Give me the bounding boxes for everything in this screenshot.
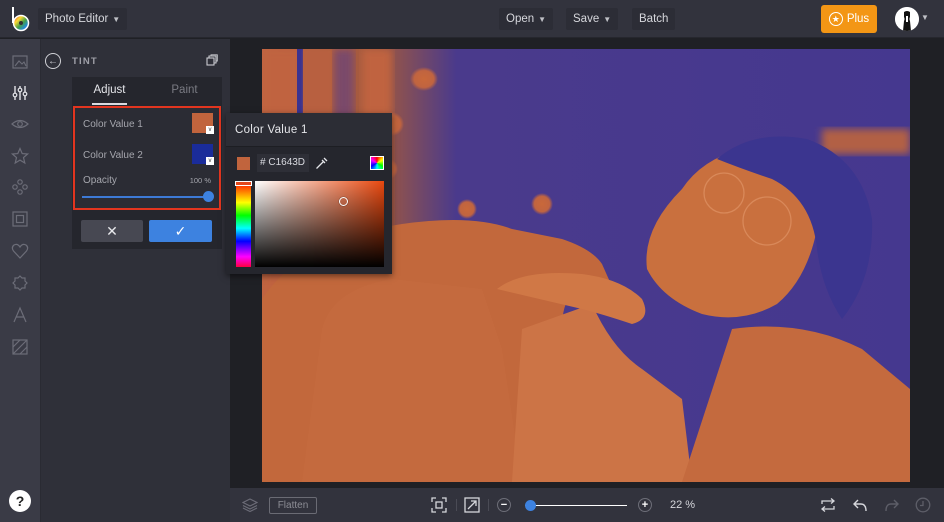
color-picker-popover: Color Value 1 # C1643D (226, 113, 392, 274)
color-value-2-swatch[interactable]: v (192, 144, 214, 165)
hex-prefix: # (260, 157, 266, 168)
befunky-logo-icon[interactable] (9, 6, 33, 32)
history-clock-icon[interactable] (915, 497, 931, 513)
back-arrow-icon[interactable]: ← (45, 53, 61, 69)
divider (456, 499, 457, 511)
graphics-icon[interactable] (11, 178, 29, 196)
tool-category-rail: ? (0, 39, 41, 522)
color-selector-handle[interactable] (339, 197, 348, 206)
color-picker-header: Color Value 1 (226, 113, 392, 147)
tool-title: TINT (72, 56, 98, 67)
color-palette-icon[interactable] (370, 156, 384, 170)
texture-icon[interactable] (11, 338, 29, 356)
divider (488, 499, 489, 511)
tab-adjust[interactable]: Adjust (72, 77, 147, 105)
chevron-down-icon[interactable]: ▼ (921, 13, 929, 22)
help-icon: ? (15, 493, 25, 509)
apply-button[interactable]: ✓ (149, 220, 212, 242)
hue-slider[interactable] (235, 181, 252, 267)
current-color-swatch (237, 157, 250, 170)
color-picker-title: Color Value 1 (235, 124, 308, 136)
redo-icon[interactable] (884, 497, 900, 513)
save-menu-button[interactable]: Save ▼ (566, 8, 619, 30)
layers-copy-icon[interactable] (206, 54, 218, 66)
heart-icon[interactable] (11, 242, 29, 260)
compare-swap-icon[interactable] (820, 497, 836, 513)
badge-icon[interactable] (11, 274, 29, 292)
plus-label: Plus (846, 13, 870, 25)
plus-upgrade-button[interactable]: ★ Plus (821, 5, 877, 33)
color-value-1-label: Color Value 1 (83, 119, 143, 130)
opacity-label: Opacity (83, 175, 117, 186)
hex-color-input[interactable]: # C1643D (257, 154, 309, 172)
close-icon: ✕ (106, 222, 118, 239)
avatar[interactable] (895, 7, 919, 31)
color-value-1-swatch[interactable]: v (192, 113, 214, 134)
mode-label: Photo Editor (45, 13, 109, 25)
chevron-down-icon: ▼ (538, 14, 547, 24)
save-label: Save (573, 13, 600, 25)
chevron-down-icon: v (206, 126, 214, 134)
image-icon[interactable] (11, 53, 29, 71)
open-menu-button[interactable]: Open ▼ (499, 8, 554, 30)
color-value-2-label: Color Value 2 (83, 150, 143, 161)
checkmark-icon: ✓ (174, 222, 187, 239)
user-avatar-icon (895, 7, 919, 31)
zoom-slider-track[interactable] (525, 505, 627, 506)
bottom-toolbar: Flatten − + 22 % (230, 488, 944, 522)
opacity-slider-track[interactable] (82, 196, 208, 198)
undo-icon[interactable] (852, 497, 868, 513)
chevron-down-icon: ▼ (112, 14, 121, 24)
tint-settings-card: Adjust Paint Color Value 1 v Color Value… (72, 77, 222, 249)
flatten-button[interactable]: Flatten (269, 497, 317, 514)
text-icon[interactable] (11, 306, 29, 324)
zoom-level: 22 % (670, 499, 696, 511)
tool-panel: ← TINT Adjust Paint Color Value 1 v Colo… (41, 39, 230, 522)
tint-settings-group: Color Value 1 v Color Value 2 v Opacity … (73, 106, 221, 210)
adjust-sliders-icon[interactable] (11, 84, 29, 102)
star-icon: ★ (828, 12, 843, 26)
cancel-button[interactable]: ✕ (81, 220, 143, 242)
eyedropper-icon[interactable] (315, 156, 329, 170)
opacity-slider-handle[interactable] (202, 191, 214, 202)
saturation-value-field[interactable] (255, 181, 384, 267)
photo-editor-mode-dropdown[interactable]: Photo Editor ▼ (38, 8, 128, 30)
help-button[interactable]: ? (9, 490, 31, 512)
batch-label: Batch (639, 13, 669, 25)
eye-icon[interactable] (11, 115, 29, 133)
actual-size-icon[interactable] (464, 497, 480, 513)
frame-icon[interactable] (11, 210, 29, 228)
hex-value: C1643D (268, 157, 306, 168)
zoom-slider-handle[interactable] (525, 500, 536, 511)
tab-paint[interactable]: Paint (147, 77, 222, 105)
chevron-down-icon: ▼ (603, 14, 612, 24)
top-bar: Photo Editor ▼ Open ▼ Save ▼ Batch ★ Plus ▼ (0, 0, 944, 38)
star-icon[interactable] (11, 147, 29, 165)
zoom-out-button[interactable]: − (497, 498, 511, 512)
opacity-value: 100 % (189, 176, 211, 185)
open-label: Open (506, 13, 535, 25)
chevron-down-icon: v (206, 157, 214, 165)
tool-tabs: Adjust Paint (72, 77, 222, 105)
zoom-in-button[interactable]: + (638, 498, 652, 512)
layers-icon[interactable] (242, 497, 258, 513)
batch-button[interactable]: Batch (632, 8, 676, 30)
hue-slider-handle[interactable] (235, 181, 252, 186)
fit-to-screen-icon[interactable] (431, 497, 447, 513)
